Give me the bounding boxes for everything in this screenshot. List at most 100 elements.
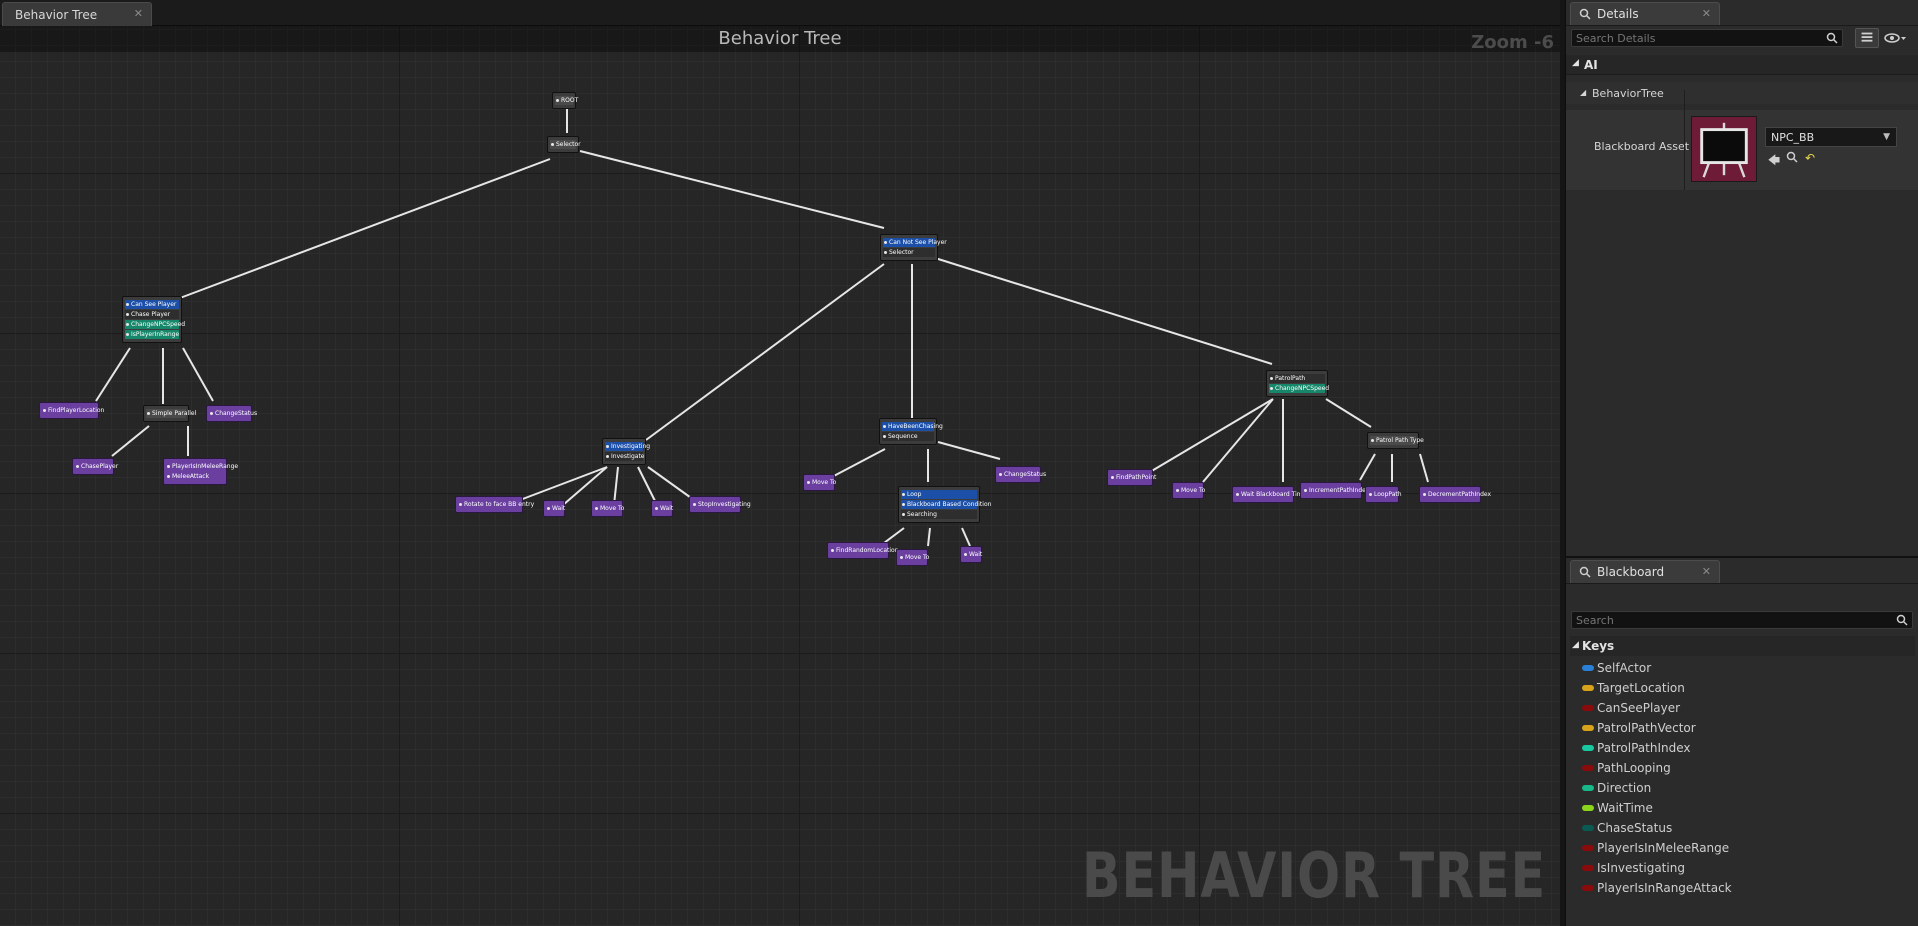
bt-task-move-to[interactable]: Move To [896,549,929,566]
document-tab-bar: Behavior Tree ✕ [0,0,1560,26]
close-icon[interactable]: ✕ [134,7,143,20]
details-panel: Details ✕ ◢ AI ◢ BehaviorTree Blackboard… [1565,0,1918,556]
key-name: PathLooping [1597,761,1671,775]
bt-task-find-random-location[interactable]: FindRandomLocation [827,542,899,559]
bt-node-patrol-path-type[interactable]: Patrol Path Type [1367,432,1424,449]
search-details-field[interactable] [1571,29,1843,47]
bt-task-wait-blackboard-time[interactable]: Wait Blackboard Time [1232,486,1306,503]
behavior-tree-tab[interactable]: Behavior Tree ✕ [2,2,152,26]
key-type-icon [1582,805,1594,811]
blackboard-search-input[interactable] [1576,614,1908,627]
key-name: CanSeePlayer [1597,701,1681,715]
keys-category[interactable]: ◢ Keys [1570,636,1915,656]
bt-task-move-to[interactable]: Move To [1172,482,1205,499]
task-label: StopInvestigating [692,500,751,509]
service-label: ChangeNPCSpeed [1269,384,1329,393]
details-tab[interactable]: Details ✕ [1570,2,1720,25]
blackboard-key[interactable]: WaitTime [1570,798,1915,818]
graph-canvas[interactable]: Behavior Tree Zoom -6 ROOT Selector Can … [0,26,1560,926]
task-label: MeleeAttack [166,472,224,481]
blackboard-key[interactable]: Direction [1570,778,1915,798]
blackboard-key[interactable]: PatrolPathIndex [1570,738,1915,758]
decorator-label: Loop [901,490,977,499]
task-label: FindPlayerLocation [42,406,104,415]
visibility-eye-button[interactable] [1883,28,1907,48]
bt-node-simple-parallel[interactable]: Simple Parallel [143,405,196,422]
bt-task-change-status[interactable]: ChangeStatus [995,466,1046,483]
task-label: Move To [899,553,929,562]
keys-label: Keys [1582,639,1615,653]
bt-task-loop-path[interactable]: LoopPath [1365,486,1402,503]
blackboard-key[interactable]: PlayerIsInRangeAttack [1570,878,1915,898]
bt-node-selector[interactable]: Selector [547,136,581,153]
blackboard-key[interactable]: PatrolPathVector [1570,718,1915,738]
magnifier-icon [1579,8,1591,20]
node-label: Searching [901,510,977,519]
blackboard-panel: Blackboard ✕ ◢ Keys SelfActor TargetLoca… [1565,556,1918,926]
bt-task-chase-player[interactable]: ChasePlayer [72,458,118,475]
decorator-label: Investigating [605,442,650,451]
blackboard-key-list: SelfActor TargetLocation CanSeePlayer Pa… [1570,658,1915,898]
bt-task-rotate-to-face[interactable]: Rotate to face BB entry [455,496,534,513]
bt-task-wait[interactable]: Wait [543,500,565,517]
bt-task-decrement-path-index[interactable]: DecrementPathIndex [1419,486,1491,503]
bt-task-move-to[interactable]: Move To [803,474,836,491]
subcategory-behaviortree[interactable]: ◢ BehaviorTree [1566,82,1918,104]
key-name: ChaseStatus [1597,821,1673,835]
decorator-label: Can See Player [125,300,179,309]
browse-magnifier-icon[interactable] [1784,151,1800,167]
bt-task-change-status[interactable]: ChangeStatus [206,405,257,422]
bt-task-wait[interactable]: Wait [651,500,673,517]
bt-node-investigating[interactable]: Investigating Investigate [602,438,650,465]
bt-task-find-player-location[interactable]: FindPlayerLocation [39,402,104,419]
bt-node-can-see-player[interactable]: Can See Player Chase Player ChangeNPCSpe… [122,296,185,343]
chevron-down-icon: ▼ [1883,132,1890,142]
bt-node-have-been-chasing[interactable]: HaveBeenChasing Sequence [879,418,943,445]
blackboard-key[interactable]: TargetLocation [1570,678,1915,698]
bt-task-move-to[interactable]: Move To [591,500,624,517]
category-label: AI [1584,58,1598,72]
blackboard-search-field[interactable] [1571,611,1913,629]
task-label: DecrementPathIndex [1422,490,1491,499]
blackboard-asset-dropdown[interactable]: NPC_BB ▼ [1765,127,1897,147]
node-label: Chase Player [125,310,179,319]
blackboard-key[interactable]: ChaseStatus [1570,818,1915,838]
bt-task-wait[interactable]: Wait [960,546,982,563]
node-label: ROOT [555,96,578,105]
task-label: FindRandomLocation [830,546,899,555]
close-icon[interactable]: ✕ [1702,565,1711,578]
search-details-input[interactable] [1576,32,1838,45]
blackboard-tab[interactable]: Blackboard ✕ [1570,560,1720,583]
decorator-label: PlayerIsInMeleeRange [166,462,238,471]
view-options-grid-button[interactable] [1855,28,1879,48]
bt-node-searching[interactable]: Loop Blackboard Based Condition Searchin… [898,486,991,523]
service-label: IsPlayerInRange [125,330,179,339]
close-icon[interactable]: ✕ [1702,7,1711,20]
reset-to-default-icon[interactable]: ↶ [1802,151,1818,167]
blackboard-asset-thumbnail[interactable] [1691,116,1757,182]
key-type-icon [1582,785,1594,791]
blackboard-key[interactable]: SelfActor [1570,658,1915,678]
blackboard-key[interactable]: PathLooping [1570,758,1915,778]
category-ai[interactable]: ◢ AI [1566,55,1918,75]
bt-task-increment-path-index[interactable]: IncrementPathIndex [1300,482,1369,499]
bt-node-can-not-see-player[interactable]: Can Not See Player Selector [880,234,947,261]
use-selected-arrow-icon[interactable]: 🡄 [1766,151,1782,167]
grid-icon [1861,32,1873,42]
blackboard-key[interactable]: PlayerIsInMeleeRange [1570,838,1915,858]
bt-task-stop-investigating[interactable]: StopInvestigating [689,496,751,513]
task-label: LoopPath [1368,490,1402,499]
eye-icon [1884,33,1906,43]
bt-task-find-path-point[interactable]: FindPathPoint [1107,469,1156,486]
task-label: IncrementPathIndex [1303,486,1369,495]
key-name: PatrolPathIndex [1597,741,1691,755]
blackboard-tab-label: Blackboard [1597,565,1665,579]
bt-task-melee-attack[interactable]: PlayerIsInMeleeRange MeleeAttack [163,458,238,485]
details-tab-label: Details [1597,7,1639,21]
bt-node-root[interactable]: ROOT [552,92,578,109]
bt-node-patrol-path[interactable]: PatrolPath ChangeNPCSpeed [1266,370,1329,397]
blackboard-key[interactable]: IsInvestigating [1570,858,1915,878]
key-type-icon [1582,885,1594,891]
blackboard-key[interactable]: CanSeePlayer [1570,698,1915,718]
graph-watermark: BEHAVIOR TREE [1081,839,1546,912]
